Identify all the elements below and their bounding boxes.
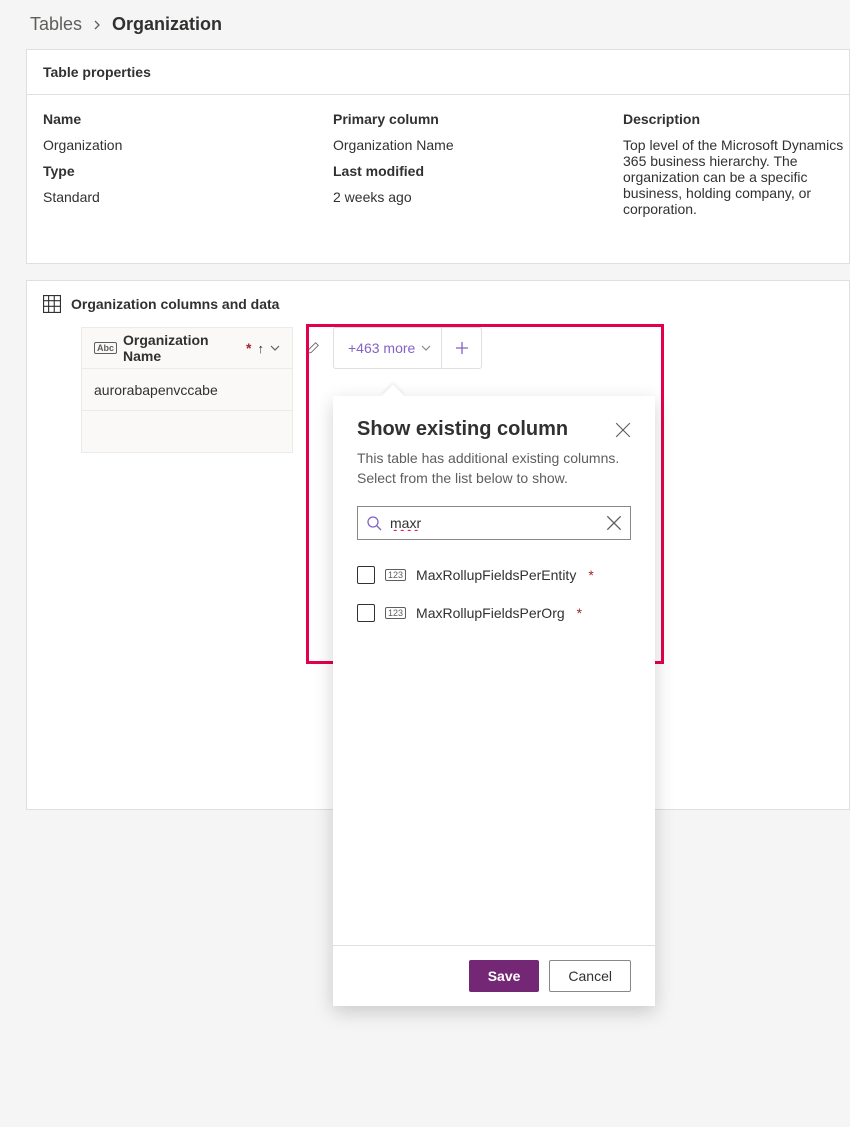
column-header[interactable]: Abc Organization Name * ↑ <box>81 327 293 369</box>
chevron-down-icon <box>421 343 431 353</box>
column-header-label: Organization Name <box>123 332 240 364</box>
show-existing-column-flyout: Show existing column This table has addi… <box>333 396 655 1006</box>
prop-label-type: Type <box>43 163 313 179</box>
save-button[interactable]: Save <box>469 960 540 992</box>
cancel-button[interactable]: Cancel <box>549 960 631 992</box>
more-columns-label: +463 more <box>348 340 415 356</box>
prop-value-modified: 2 weeks ago <box>333 189 603 205</box>
table-row[interactable]: aurorabapenvccabe <box>81 369 293 411</box>
search-input[interactable] <box>390 515 598 531</box>
column-option-label: MaxRollupFieldsPerOrg <box>416 605 565 621</box>
add-column-button[interactable] <box>441 328 481 368</box>
checkbox[interactable] <box>357 604 375 622</box>
search-input-wrapper[interactable] <box>357 506 631 540</box>
column-option[interactable]: 123 MaxRollupFieldsPerOrg * <box>357 594 631 632</box>
column-option-label: MaxRollupFieldsPerEntity <box>416 567 576 583</box>
search-icon <box>366 515 382 531</box>
edit-icon[interactable] <box>303 327 323 369</box>
table-row[interactable] <box>81 411 293 453</box>
flyout-subtitle: This table has additional existing colum… <box>357 449 631 488</box>
prop-label-description: Description <box>623 111 850 127</box>
chevron-down-icon[interactable] <box>270 343 280 353</box>
column-option[interactable]: 123 MaxRollupFieldsPerEntity * <box>357 556 631 594</box>
number-type-icon: 123 <box>385 607 406 619</box>
required-asterisk: * <box>588 567 593 583</box>
panel-header: Table properties <box>27 50 849 95</box>
required-asterisk: * <box>577 605 582 621</box>
prop-label-name: Name <box>43 111 313 127</box>
prop-label-modified: Last modified <box>333 163 603 179</box>
flyout-title: Show existing column <box>357 418 568 441</box>
prop-value-description: Top level of the Microsoft Dynamics 365 … <box>623 137 850 217</box>
prop-label-primary: Primary column <box>333 111 603 127</box>
more-columns-button[interactable]: +463 more <box>333 327 482 369</box>
table-properties-panel: Table properties Name Organization Type … <box>26 49 850 264</box>
required-asterisk: * <box>246 340 251 356</box>
breadcrumb: Tables Organization <box>0 0 850 49</box>
prop-value-name: Organization <box>43 137 313 153</box>
grid-icon <box>43 295 61 313</box>
sort-asc-icon: ↑ <box>258 341 265 356</box>
prop-value-primary: Organization Name <box>333 137 603 153</box>
chevron-right-icon <box>92 20 102 30</box>
breadcrumb-parent[interactable]: Tables <box>30 14 82 35</box>
columns-section-title: Organization columns and data <box>71 296 279 312</box>
close-icon[interactable] <box>615 418 631 438</box>
text-type-icon: Abc <box>94 342 117 354</box>
prop-value-type: Standard <box>43 189 313 205</box>
checkbox[interactable] <box>357 566 375 584</box>
cell-value: aurorabapenvccabe <box>94 382 218 398</box>
breadcrumb-current: Organization <box>112 14 222 35</box>
number-type-icon: 123 <box>385 569 406 581</box>
clear-search-icon[interactable] <box>606 515 622 531</box>
